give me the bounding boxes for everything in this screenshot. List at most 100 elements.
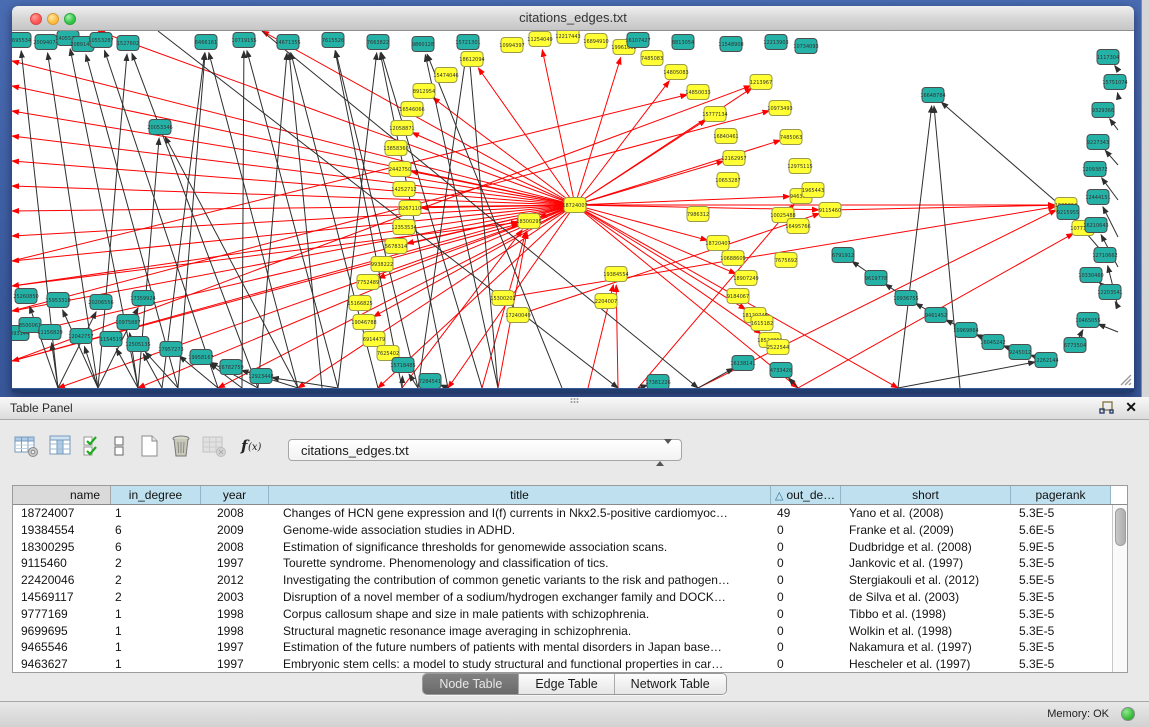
graph-node[interactable]: 14805083 [663,65,688,80]
graph-node[interactable]: 7485063 [780,130,802,145]
graph-node[interactable]: 9461452 [925,308,947,323]
graph-node[interactable]: 12217443 [555,31,580,44]
graph-node[interactable]: 7986312 [687,207,709,222]
graph-node[interactable]: 9215955 [1057,205,1079,220]
table-row[interactable]: 946362711997Embryonic stem cells: a mode… [13,656,1127,673]
graph-edge[interactable] [12,205,575,261]
new-column-icon[interactable] [138,434,162,458]
graph-node[interactable]: 1615182 [751,316,773,331]
graph-node[interactable]: 17240049 [505,308,530,323]
graph-node[interactable]: 6914479 [363,332,385,347]
graph-node[interactable]: 12505135 [125,337,150,352]
graph-node[interactable]: 17957273 [158,342,183,357]
graph-node[interactable]: 9329366 [1092,103,1114,118]
graph-node[interactable]: 8267110 [399,201,421,216]
delete-column-icon[interactable] [170,434,194,458]
table-row[interactable]: 977716911998Corpus callosum shape and si… [13,606,1127,623]
graph-edge[interactable] [402,376,403,388]
delete-table-icon[interactable] [202,434,228,458]
graph-node[interactable]: 15953318 [45,293,70,308]
column-header-in_degree[interactable]: in_degree [111,486,201,504]
graph-node[interactable]: 10936755 [893,291,918,306]
graph-edge[interactable] [12,95,687,261]
graph-node[interactable]: 15300202 [490,291,515,306]
table-row[interactable]: 969969511998Structural magnetic resonanc… [13,623,1127,640]
table-row[interactable]: 1830029562008Estimation of significance … [13,539,1127,556]
graph-edge[interactable] [575,140,781,205]
graph-node[interactable]: 17381226 [645,375,670,389]
graph-edge[interactable] [830,205,1055,210]
graph-edge[interactable] [941,102,1068,212]
graph-node[interactable]: 16495766 [785,219,810,234]
graph-node[interactable]: 16840461 [713,129,738,144]
graph-node[interactable]: 16045242 [980,335,1005,350]
graph-node[interactable]: 12444151 [1085,190,1110,205]
graph-node[interactable]: 2204007 [595,294,617,309]
graph-node[interactable]: 6773504 [1064,338,1086,353]
graph-node[interactable]: 12213903 [763,35,788,50]
graph-edge[interactable] [1118,93,1119,95]
graph-node[interactable]: 12162957 [721,151,746,166]
graph-edge[interactable] [1110,119,1118,130]
resize-grip-icon[interactable] [1119,373,1132,386]
graph-node[interactable]: 19046788 [351,315,376,330]
graph-node[interactable]: 19958167 [188,350,213,365]
graph-node[interactable]: 25260850 [13,289,38,304]
table-row[interactable]: 1938455462009Genome-wide association stu… [13,522,1127,539]
memory-status-indicator[interactable] [1121,707,1135,721]
graph-node[interactable]: 9184067 [727,289,749,304]
graph-node[interactable]: 8912954 [413,84,435,99]
float-panel-icon[interactable] [1099,401,1115,415]
graph-edge[interactable] [1098,324,1118,332]
column-header-short[interactable]: short [841,486,1011,504]
graph-node[interactable]: 1117304 [1097,50,1119,65]
graph-node[interactable]: 16210643 [1083,218,1108,233]
graph-node[interactable]: 15718485 [390,358,415,373]
graph-node[interactable]: 11548908 [718,37,743,52]
graph-node[interactable]: 19384554 [603,267,628,282]
graph-node[interactable]: 15751074 [1102,75,1127,90]
table-row[interactable]: 1872400712008Changes of HCN gene express… [13,505,1127,522]
table-row[interactable]: 2242004622012Investigating the contribut… [13,572,1127,589]
graph-node[interactable]: 20053346 [147,120,172,135]
graph-node[interactable]: 7284541 [419,374,441,389]
tab-node-table[interactable]: Node Table [423,674,519,694]
graph-node[interactable]: 8813054 [672,35,694,50]
graph-node[interactable]: 16782759 [218,360,243,375]
graph-edge[interactable] [898,362,1035,388]
graph-node[interactable]: 5678314 [385,239,407,254]
graph-node[interactable]: 1527602 [117,36,139,51]
graph-edge[interactable] [418,53,466,388]
graph-node[interactable]: 11156829 [37,325,62,340]
graph-edge[interactable] [1115,66,1118,70]
tab-network-table[interactable]: Network Table [615,674,726,694]
graph-node[interactable]: 18300295 [516,214,541,229]
graph-edge[interactable] [575,196,790,205]
row-height-icon[interactable] [112,434,128,458]
graph-node[interactable]: 4733426 [770,363,792,378]
graph-edge[interactable] [1105,150,1118,165]
graph-node[interactable]: 12975115 [787,159,812,174]
select-attributes-icon[interactable] [82,434,104,458]
graph-node[interactable]: 14850033 [685,85,710,100]
scrollbar-thumb[interactable] [1115,508,1126,546]
graph-edge[interactable] [84,347,98,389]
graph-node[interactable]: 15721301 [455,35,480,50]
graph-node[interactable]: 12353534 [391,220,416,235]
graph-node[interactable]: 10330460 [1078,268,1103,283]
graph-edge[interactable] [934,106,960,388]
graph-node[interactable]: 14252712 [391,182,416,197]
graph-node[interactable]: 9115460 [819,203,841,218]
column-header-pagerank[interactable]: pagerank [1011,486,1111,504]
table-row[interactable]: 1456911722003Disruption of a novel membe… [13,589,1127,606]
graph-node[interactable]: 10719155 [231,33,256,48]
function-builder-icon[interactable]: f (x) [240,434,270,458]
graph-node[interactable]: 16546066 [399,102,424,117]
graph-edge[interactable] [575,58,621,206]
close-panel-icon[interactable]: ✕ [1125,399,1137,416]
graph-node[interactable]: 18720407 [705,236,730,251]
graph-node[interactable]: 9227343 [1087,135,1109,150]
graph-edge[interactable] [242,51,244,388]
column-header-year[interactable]: year [201,486,269,504]
table-row[interactable]: 911546021997Tourette syndrome. Phenomeno… [13,555,1127,572]
